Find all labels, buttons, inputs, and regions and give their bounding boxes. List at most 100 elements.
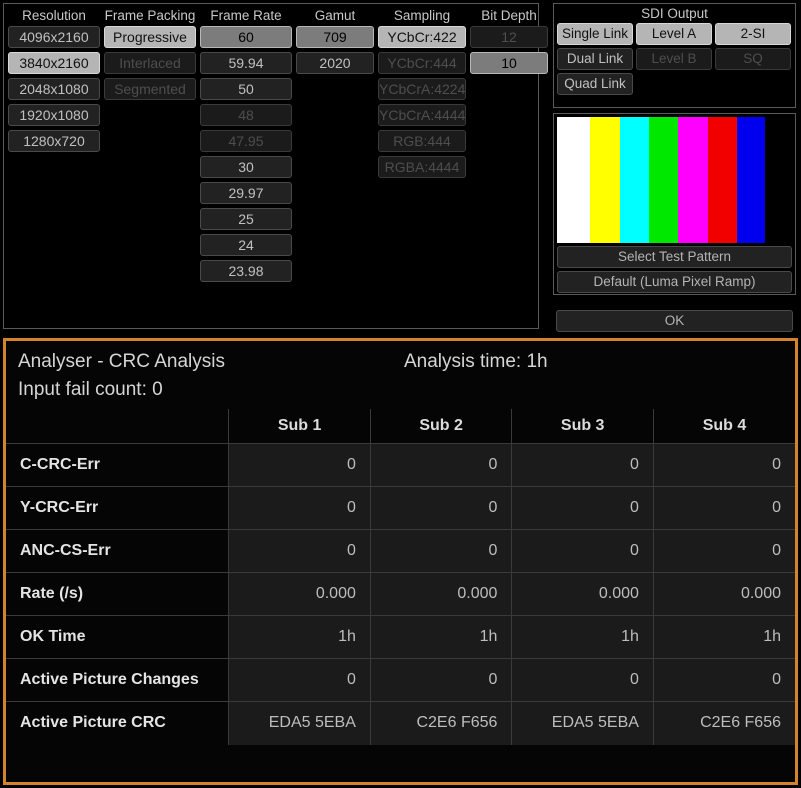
sdi-output-title: SDI Output (641, 6, 708, 21)
option-frame-rate-50[interactable]: 50 (200, 78, 292, 100)
option-sampling-ycbcra-4444: YCbCrA:4444 (378, 104, 466, 126)
crc-value-rate-s-sub-4: 0.000 (652, 572, 795, 616)
option-frame-rate-48: 48 (200, 104, 292, 126)
color-bar-red (708, 117, 737, 243)
option-resolution-3840x2160[interactable]: 3840x2160 (8, 52, 100, 74)
color-bar-cyan (620, 117, 649, 243)
table-row: ANC-CS-Err 0 0 0 0 (6, 529, 795, 573)
column-header-gamut: Gamut (314, 8, 356, 23)
option-sampling-rgb-444: RGB:444 (378, 130, 466, 152)
option-frame-rate-25[interactable]: 25 (200, 208, 292, 230)
crc-value-rate-s-sub-1: 0.000 (228, 572, 371, 616)
table-row: Active Picture CRC EDA5 5EBA C2E6 F656 EDA5… (6, 701, 795, 745)
option-frame-packing-segmented: Segmented (104, 78, 196, 100)
sdi-button-single-link[interactable]: Single Link (557, 23, 633, 45)
crc-value-ok-time-sub-3: 1h (511, 615, 654, 659)
sdi-output-row: Quad Link (557, 73, 792, 95)
sdi-button-dual-link[interactable]: Dual Link (557, 48, 633, 70)
crc-analysis-table: Sub 1 Sub 2 Sub 3 Sub 4 C-CRC-Err 0 0 0 0 Y-CRC-… (6, 409, 795, 745)
sdi-button-level-a[interactable]: Level A (636, 23, 712, 45)
color-bar-yellow (590, 117, 620, 243)
crc-value-anc-cs-err-sub-2: 0 (369, 529, 512, 573)
crc-value-anc-cs-err-sub-3: 0 (511, 529, 654, 573)
crc-row-label-active-picture-changes: Active Picture Changes (6, 658, 229, 702)
table-row: OK Time 1h 1h 1h 1h (6, 615, 795, 659)
crc-analysis-inner: Analyser - CRC Analysis Analysis time: 1… (6, 341, 795, 782)
color-bar-white (557, 117, 590, 243)
option-sampling-ycbcr-444: YCbCr:444 (378, 52, 466, 74)
crc-value-active-picture-changes-sub-3: 0 (511, 658, 654, 702)
sdi-button-blank (636, 73, 712, 95)
crc-value-y-crc-err-sub-3: 0 (511, 486, 654, 530)
option-frame-rate-30[interactable]: 30 (200, 156, 292, 178)
crc-row-label-rate-s: Rate (/s) (6, 572, 229, 616)
input-fail-count-label: Input fail count: 0 (18, 379, 163, 400)
crc-value-rate-s-sub-2: 0.000 (369, 572, 512, 616)
crc-value-c-crc-err-sub-3: 0 (511, 443, 654, 487)
default-pattern-button[interactable]: Default (Luma Pixel Ramp) (557, 271, 792, 293)
option-frame-rate-23-98[interactable]: 23.98 (200, 260, 292, 282)
crc-table-body: C-CRC-Err 0 0 0 0 Y-CRC-Err 0 0 0 0 ANC-CS-Err 0 0 0 0… (6, 443, 795, 745)
option-frame-rate-59-94[interactable]: 59.94 (200, 52, 292, 74)
test-pattern-panel: Select Test Pattern Default (Luma Pixel … (553, 113, 796, 295)
column-header-bit-depth: Bit Depth (481, 8, 537, 23)
crc-row-label-active-picture-crc: Active Picture CRC (6, 701, 229, 745)
option-frame-rate-24[interactable]: 24 (200, 234, 292, 256)
test-pattern-buttons: Select Test Pattern Default (Luma Pixel … (557, 246, 792, 293)
option-resolution-2048x1080[interactable]: 2048x1080 (8, 78, 100, 100)
option-resolution-1280x720[interactable]: 1280x720 (8, 130, 100, 152)
sdi-button-quad-link[interactable]: Quad Link (557, 73, 633, 95)
crc-value-rate-s-sub-3: 0.000 (511, 572, 654, 616)
table-row: Y-CRC-Err 0 0 0 0 (6, 486, 795, 530)
option-sampling-rgba-4444: RGBA:4444 (378, 156, 466, 178)
option-frame-rate-47-95: 47.95 (200, 130, 292, 152)
crc-value-c-crc-err-sub-4: 0 (652, 443, 795, 487)
option-gamut-709[interactable]: 709 (296, 26, 374, 48)
option-frame-packing-interlaced: Interlaced (104, 52, 196, 74)
format-column-sampling: Sampling YCbCr:422 YCbCr:444 YCbCrA:4224 YCb… (378, 6, 466, 286)
crc-value-active-picture-crc-sub-3: EDA5 5EBA (511, 701, 654, 745)
option-frame-packing-progressive[interactable]: Progressive (104, 26, 196, 48)
ok-button[interactable]: OK (556, 310, 793, 332)
crc-table-corner-header (6, 409, 229, 444)
option-bit-depth-10[interactable]: 10 (470, 52, 548, 74)
crc-value-active-picture-crc-sub-4: C2E6 F656 (652, 701, 795, 745)
color-bar-black (765, 117, 792, 243)
sdi-output-panel: SDI Output Single Link Level A 2-SI Dual Li… (553, 3, 796, 108)
sdi-output-button-grid: Single Link Level A 2-SI Dual Link Level B SQ… (554, 23, 795, 95)
signal-generator-top-area: Resolution 4096x2160 3840x2160 2048x1080 192… (0, 0, 801, 335)
crc-value-active-picture-changes-sub-4: 0 (652, 658, 795, 702)
select-test-pattern-button[interactable]: Select Test Pattern (557, 246, 792, 268)
sdi-button-sq: SQ (715, 48, 791, 70)
crc-value-ok-time-sub-4: 1h (652, 615, 795, 659)
color-bars-preview (557, 117, 792, 243)
column-header-sampling: Sampling (393, 8, 451, 23)
color-bar-blue (737, 117, 765, 243)
column-header-resolution: Resolution (22, 8, 86, 23)
format-column-frame-packing: Frame Packing Progressive Interlaced Segmen… (104, 6, 196, 286)
crc-row-label-anc-cs-err: ANC-CS-Err (6, 529, 229, 573)
table-row: Rate (/s) 0.000 0.000 0.000 0.000 (6, 572, 795, 616)
sdi-button-2-si[interactable]: 2-SI (715, 23, 791, 45)
option-frame-rate-60[interactable]: 60 (200, 26, 292, 48)
crc-value-ok-time-sub-1: 1h (228, 615, 371, 659)
column-header-frame-packing: Frame Packing (104, 8, 196, 23)
option-resolution-4096x2160[interactable]: 4096x2160 (8, 26, 100, 48)
option-gamut-2020[interactable]: 2020 (296, 52, 374, 74)
format-column-gamut: Gamut 709 2020 (296, 6, 374, 286)
crc-value-active-picture-changes-sub-2: 0 (369, 658, 512, 702)
crc-value-anc-cs-err-sub-1: 0 (228, 529, 371, 573)
option-frame-rate-29-97[interactable]: 29.97 (200, 182, 292, 204)
color-bar-green (649, 117, 678, 243)
signal-format-panel: Resolution 4096x2160 3840x2160 2048x1080 192… (3, 3, 548, 329)
column-header-frame-rate: Frame Rate (210, 8, 282, 23)
crc-value-y-crc-err-sub-4: 0 (652, 486, 795, 530)
crc-analysis-panel: Analyser - CRC Analysis Analysis time: 1… (3, 338, 798, 785)
option-bit-depth-12: 12 (470, 26, 548, 48)
option-sampling-ycbcr-422[interactable]: YCbCr:422 (378, 26, 466, 48)
crc-value-y-crc-err-sub-2: 0 (369, 486, 512, 530)
crc-value-c-crc-err-sub-1: 0 (228, 443, 371, 487)
analysis-time-label: Analysis time: 1h (404, 351, 548, 372)
option-sampling-ycbcra-4224: YCbCrA:4224 (378, 78, 466, 100)
option-resolution-1920x1080[interactable]: 1920x1080 (8, 104, 100, 126)
